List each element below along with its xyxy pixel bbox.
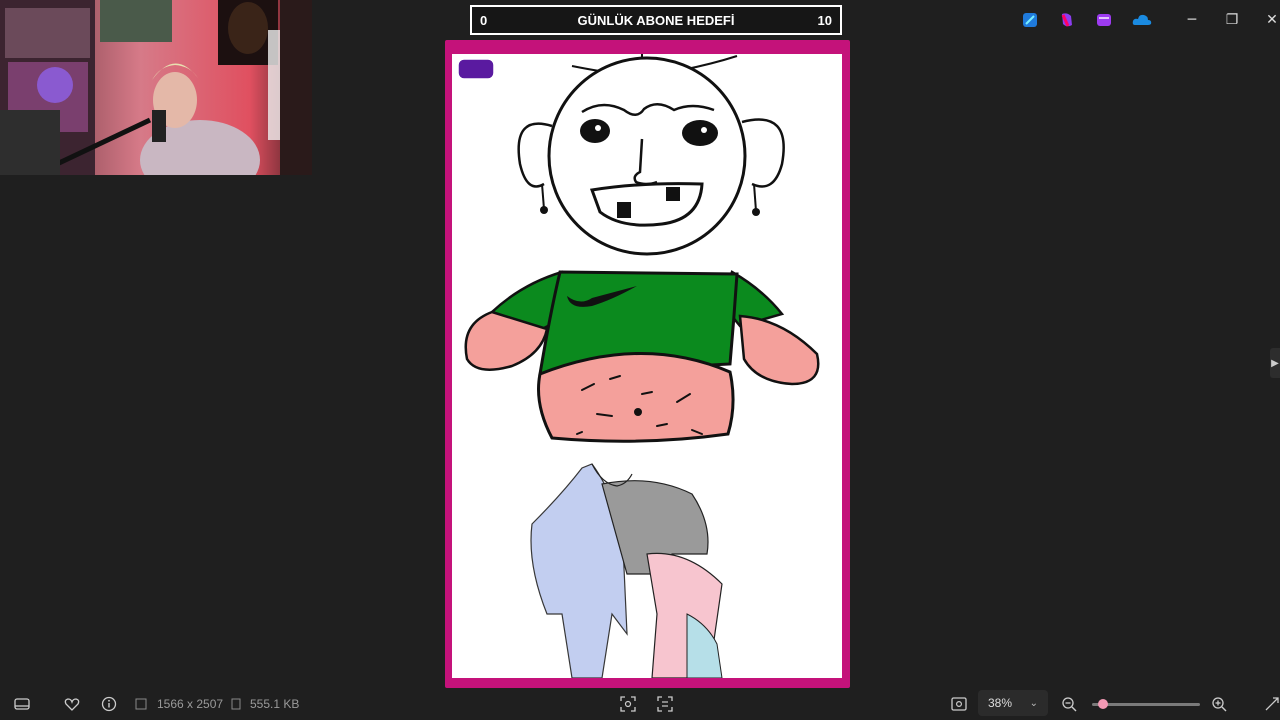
expand-panel-handle[interactable]: ▶ <box>1270 348 1280 378</box>
zoom-in-icon[interactable] <box>1209 694 1229 714</box>
copilot-icon[interactable] <box>1057 10 1077 30</box>
filmstrip-icon[interactable] <box>12 694 32 714</box>
fullscreen-icon[interactable] <box>1262 694 1280 714</box>
app-tray <box>1020 10 1168 30</box>
paint-app-icon[interactable] <box>1020 10 1040 30</box>
fit-to-window-icon[interactable] <box>949 694 969 714</box>
text-select-icon[interactable] <box>655 694 675 714</box>
clipchamp-icon[interactable] <box>1094 10 1114 30</box>
gartic-phone-logo <box>456 57 496 81</box>
file-size: 555.1 KB <box>250 697 300 711</box>
zoom-out-icon[interactable] <box>1059 694 1079 714</box>
zoom-slider[interactable] <box>1092 699 1200 709</box>
dimensions-icon <box>134 694 148 714</box>
goal-target: 10 <box>817 12 832 28</box>
minimize-button[interactable]: ─ <box>1172 8 1212 32</box>
favorite-heart-icon[interactable] <box>62 694 82 714</box>
status-bar: 1566 x 2507 555.1 KB 38% ⌄ <box>0 688 1280 720</box>
drawing-canvas <box>452 54 842 678</box>
restore-button[interactable]: ❐ <box>1212 8 1252 32</box>
zoom-dropdown[interactable]: 38% ⌄ <box>978 690 1048 716</box>
drawing-image <box>464 54 820 678</box>
goal-title: GÜNLÜK ABONE HEDEFİ <box>577 12 735 28</box>
image-dimensions: 1566 x 2507 <box>157 697 224 711</box>
crop-scan-icon[interactable] <box>618 694 638 714</box>
file-info-icon[interactable] <box>99 694 119 714</box>
close-button[interactable]: ✕ <box>1252 8 1280 32</box>
onedrive-icon[interactable] <box>1131 10 1152 30</box>
chevron-down-icon: ⌄ <box>1029 697 1038 709</box>
goal-current: 0 <box>480 12 488 28</box>
zoom-level: 38% <box>988 696 1013 710</box>
image-frame <box>445 40 850 688</box>
file-size-icon <box>229 694 243 714</box>
window-controls: ─ ❐ ✕ <box>1172 8 1280 32</box>
subscriber-goal-bar: 0 GÜNLÜK ABONE HEDEFİ 10 <box>470 5 842 35</box>
zoom-slider-thumb[interactable] <box>1097 699 1108 709</box>
webcam-overlay <box>0 0 312 175</box>
